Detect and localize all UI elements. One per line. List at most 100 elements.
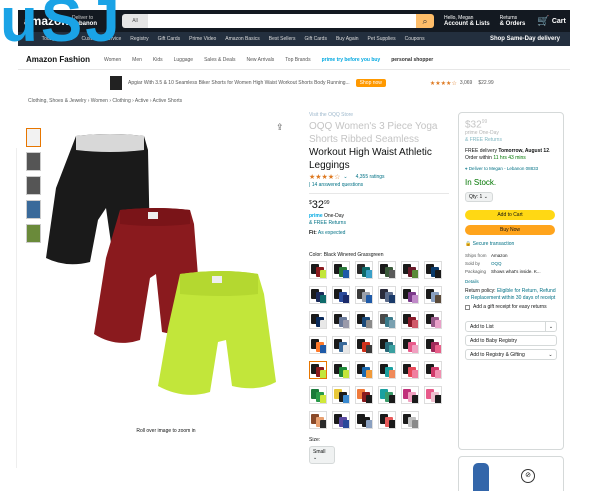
color-swatch[interactable] <box>309 411 327 429</box>
size-select[interactable]: Small ⌄ <box>309 446 335 464</box>
color-swatch[interactable] <box>378 411 396 429</box>
add-to-list-button[interactable]: Add to List <box>466 322 545 331</box>
color-swatch[interactable] <box>424 386 442 404</box>
thumbnail[interactable] <box>26 152 41 171</box>
color-swatch[interactable] <box>309 336 327 354</box>
answered-questions[interactable]: | 14 answered questions <box>309 182 449 188</box>
color-swatch[interactable] <box>401 361 419 379</box>
color-swatch[interactable] <box>424 311 442 329</box>
subnav-item[interactable]: Gift Cards <box>158 36 181 42</box>
color-swatch[interactable] <box>401 336 419 354</box>
color-swatch[interactable] <box>424 361 442 379</box>
color-swatch[interactable] <box>401 311 419 329</box>
color-swatch[interactable] <box>424 261 442 279</box>
prime-try-promo[interactable]: prime try before you buy <box>322 57 381 63</box>
color-swatch[interactable] <box>355 411 373 429</box>
color-swatch[interactable] <box>309 311 327 329</box>
subnav-item[interactable]: Best Sellers <box>269 36 296 42</box>
account-menu[interactable]: Hello, Megan Account & Lists <box>444 15 490 27</box>
color-swatch[interactable] <box>332 336 350 354</box>
gift-receipt[interactable]: Add a gift receipt for easy returns <box>465 304 557 311</box>
color-swatch[interactable] <box>401 261 419 279</box>
store-link[interactable]: Visit the OQQ Store <box>309 112 449 118</box>
color-swatch[interactable] <box>378 286 396 304</box>
fashion-title[interactable]: Amazon Fashion <box>26 55 90 64</box>
fit-value[interactable]: As expected <box>318 230 346 236</box>
gift-receipt-checkbox[interactable] <box>465 305 470 311</box>
same-day-link[interactable]: Shop Same-Day delivery <box>490 36 560 42</box>
color-swatch[interactable] <box>424 286 442 304</box>
buy-now-button[interactable]: Buy Now <box>465 225 555 236</box>
free-returns-link[interactable]: & FREE Returns <box>309 220 346 226</box>
registry-gifting-button[interactable]: Add to Registry & Gifting ⌄ <box>465 349 557 361</box>
color-swatch[interactable] <box>355 261 373 279</box>
personal-shopper-promo[interactable]: personal shopper <box>391 57 433 63</box>
chevron-down-icon[interactable]: ⌄ <box>545 322 556 332</box>
returns-orders[interactable]: Returns & Orders <box>500 15 526 27</box>
color-swatch[interactable] <box>332 411 350 429</box>
search-category-select[interactable]: All <box>122 14 148 28</box>
color-swatch[interactable] <box>332 386 350 404</box>
fashion-nav-item[interactable]: Top Brands <box>285 57 310 63</box>
color-swatch[interactable] <box>401 386 419 404</box>
sponsored-product-box[interactable]: ⊘ <box>458 456 564 491</box>
fashion-nav-item[interactable]: New Arrivals <box>247 57 275 63</box>
color-swatch[interactable] <box>355 286 373 304</box>
color-swatch[interactable] <box>309 286 327 304</box>
delivery-location[interactable]: ⌖ Deliver to Megan - Lebanon 08833 <box>465 166 557 172</box>
color-swatch[interactable] <box>378 336 396 354</box>
fashion-nav-item[interactable]: Luggage <box>174 57 193 63</box>
details-link[interactable]: Details <box>465 279 557 284</box>
quantity-select[interactable]: Qty: 1 ⌄ <box>465 192 493 203</box>
color-swatch[interactable] <box>424 336 442 354</box>
search-button[interactable]: ⌕ <box>416 14 434 28</box>
sold-by-value[interactable]: OQQ <box>491 261 557 267</box>
fashion-nav-item[interactable]: Sales & Deals <box>204 57 235 63</box>
fashion-nav-item[interactable]: Women <box>104 57 121 63</box>
secure-transaction[interactable]: 🔒 Secure transaction <box>465 241 557 247</box>
color-swatch[interactable] <box>355 386 373 404</box>
buybox-free-returns[interactable]: & FREE Returns <box>465 137 502 143</box>
subnav-item[interactable]: Coupons <box>405 36 425 42</box>
subnav-item[interactable]: Prime Video <box>189 36 216 42</box>
cart-icon: 🛒 <box>537 15 550 27</box>
fashion-nav-item[interactable]: Kids <box>153 57 163 63</box>
color-swatch[interactable] <box>332 261 350 279</box>
color-swatch[interactable] <box>378 361 396 379</box>
cart-button[interactable]: 🛒 Cart <box>537 16 565 27</box>
rating-row[interactable]: ★★★★☆ ⌄ 4,355 ratings <box>309 173 449 181</box>
color-swatch[interactable] <box>378 386 396 404</box>
color-swatch[interactable] <box>401 286 419 304</box>
color-swatch[interactable] <box>355 361 373 379</box>
color-swatch[interactable] <box>355 336 373 354</box>
sponsored-ad[interactable]: Apgiar With 3.5 & 10 Seamless Biker Shor… <box>18 72 570 94</box>
subnav-item[interactable]: Buy Again <box>336 36 359 42</box>
ad-shop-button[interactable]: Shop now <box>355 79 386 87</box>
thumbnail[interactable] <box>26 176 41 195</box>
color-swatch[interactable] <box>309 386 327 404</box>
add-to-list[interactable]: Add to List ⌄ <box>465 321 557 333</box>
subnav-item[interactable]: Registry <box>130 36 148 42</box>
search-input[interactable] <box>148 14 416 28</box>
subnav-item[interactable]: Amazon Basics <box>225 36 259 42</box>
color-swatch[interactable] <box>332 286 350 304</box>
subnav-item[interactable]: Gift Cards <box>304 36 327 42</box>
color-swatch[interactable] <box>378 311 396 329</box>
rating-count[interactable]: 4,355 ratings <box>356 174 385 180</box>
color-swatch[interactable] <box>309 261 327 279</box>
product-image[interactable] <box>40 128 296 396</box>
subnav-item[interactable]: Pet Supplies <box>368 36 396 42</box>
color-swatch[interactable] <box>378 261 396 279</box>
breadcrumb[interactable]: Clothing, Shoes & Jewelry › Women › Clot… <box>28 98 182 104</box>
thumbnail[interactable] <box>26 200 41 219</box>
color-swatch[interactable] <box>332 361 350 379</box>
baby-registry-button[interactable]: Add to Baby Registry <box>465 335 557 347</box>
add-to-cart-button[interactable]: Add to Cart <box>465 210 555 221</box>
thumbnail[interactable] <box>26 224 41 243</box>
color-swatch[interactable] <box>401 411 419 429</box>
color-swatch[interactable] <box>332 311 350 329</box>
thumbnail[interactable] <box>26 128 41 147</box>
color-swatch[interactable] <box>309 361 327 379</box>
fashion-nav-item[interactable]: Men <box>132 57 142 63</box>
color-swatch[interactable] <box>355 311 373 329</box>
